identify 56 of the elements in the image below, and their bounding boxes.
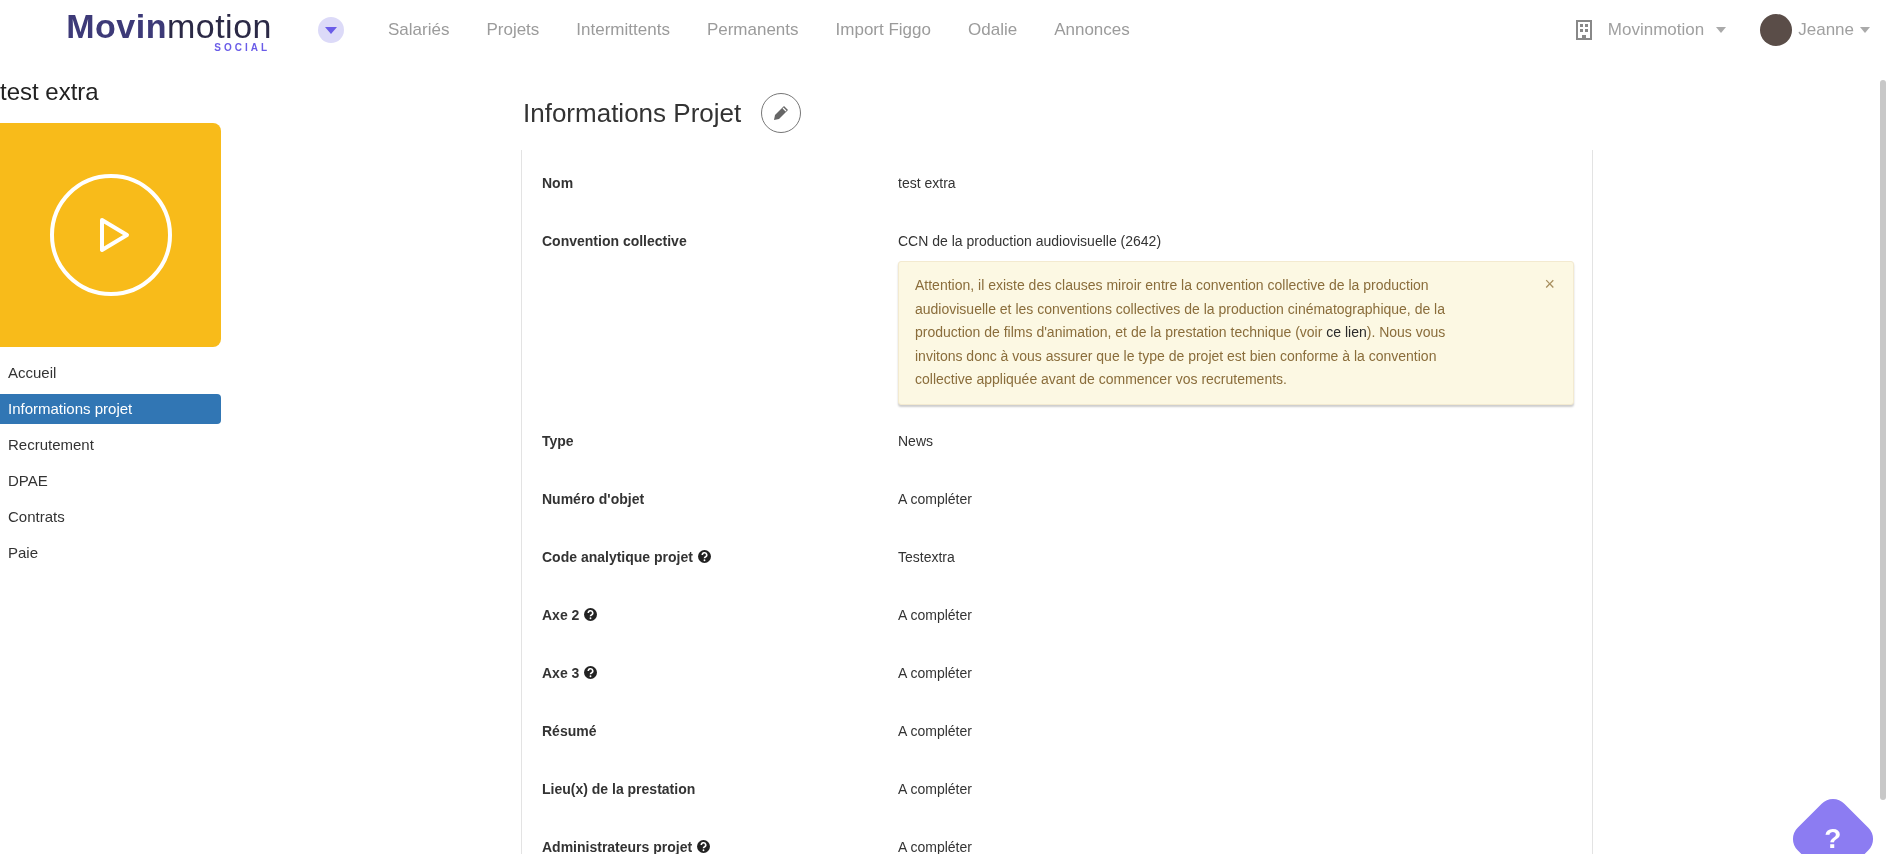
caret-icon: [1716, 27, 1727, 33]
field-label: Axe 3: [522, 662, 898, 683]
caret-icon: [1860, 27, 1870, 33]
field-value: A compléter: [898, 779, 973, 799]
scrollbar[interactable]: [1880, 80, 1886, 800]
logo-tagline: SOCIAL: [214, 41, 270, 53]
nav-link[interactable]: Salariés: [388, 20, 450, 40]
field-value: Testextra: [898, 547, 956, 567]
field-label: Convention collective: [541, 232, 688, 251]
pencil-icon: [772, 104, 791, 122]
sidebar-item[interactable]: Contrats: [0, 502, 221, 532]
logo-wordmark[interactable]: Movinmotion: [66, 7, 272, 44]
field-value: test extra: [898, 174, 957, 193]
help-icon[interactable]: [697, 839, 711, 853]
field-value: News: [898, 431, 934, 451]
field-value: CCN de la production audiovisuelle (2642): [898, 232, 1163, 251]
field-value: A compléter: [898, 489, 973, 509]
avatar-placeholder: [1760, 14, 1793, 46]
field-label: Nom: [541, 174, 575, 193]
help-icon[interactable]: [584, 607, 598, 621]
field-label: Type: [541, 431, 575, 451]
nav-link[interactable]: Permanents: [706, 20, 799, 40]
field-value: A compléter: [898, 837, 973, 854]
page-title: Informations Projet: [523, 97, 742, 129]
edit-button[interactable]: [761, 93, 802, 133]
sidebar-item[interactable]: Accueil: [0, 358, 221, 388]
field-label: Administrateurs projet: [522, 836, 898, 854]
sidebar-item[interactable]: Recrutement: [0, 430, 221, 460]
caret-icon: [325, 26, 337, 34]
nav-link[interactable]: Intermittents: [576, 20, 670, 40]
menu-dropdown-button[interactable]: [318, 17, 344, 43]
field-value: A compléter: [898, 663, 973, 683]
field-label: Lieu(x) de la prestation: [541, 779, 697, 799]
building-icon: [1575, 20, 1592, 40]
sidebar-item[interactable]: DPAE: [0, 466, 221, 496]
nav-link[interactable]: Annonces: [1054, 20, 1130, 40]
alert-message: Attention, il existe des clauses miroir entre la convention collective de la production audiovisuelle et les conventions collectives de la production cinématographique, de la production de films d'animation, et de la prestation technique (voir ce lien). Nous vous invitons donc à vous assurer que le type de projet est bien conforme à la convention collective appliquée avant de commencer vos recrutements.: [915, 277, 1446, 387]
sidebar-item[interactable]: Informations projet: [0, 394, 221, 424]
sidebar-item[interactable]: Paie: [0, 538, 221, 568]
user-menu[interactable]: Jeanne: [1760, 14, 1870, 46]
company-dropdown[interactable]: Movinmotion: [1607, 20, 1727, 40]
field-label: Code analytique projet: [522, 546, 898, 567]
field-label: Résumé: [541, 721, 598, 741]
project-title: test extra: [0, 77, 100, 107]
help-icon[interactable]: [697, 549, 711, 563]
nav-link[interactable]: Odalie: [968, 20, 1018, 40]
nav-link[interactable]: Import Figgo: [835, 20, 931, 40]
field-value: A compléter: [898, 605, 973, 625]
field-label: Numéro d'objet: [541, 489, 646, 509]
alert-link[interactable]: ce lien: [1326, 324, 1367, 340]
nav-link[interactable]: Projets: [486, 20, 540, 40]
field-value: A compléter: [898, 721, 973, 741]
play-icon: [48, 173, 173, 297]
help-icon[interactable]: [584, 665, 598, 679]
field-label: Axe 2: [522, 604, 898, 625]
close-button[interactable]: ×: [1544, 274, 1555, 294]
